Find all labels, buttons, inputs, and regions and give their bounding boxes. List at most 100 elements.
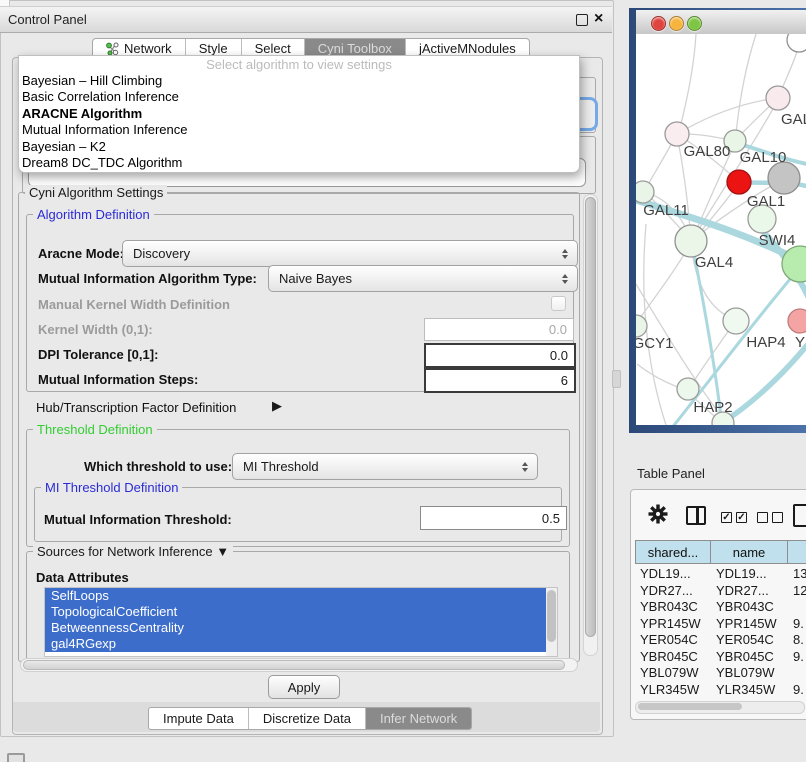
table-row[interactable]: YDL19...YDL19...13 bbox=[635, 566, 806, 583]
network-edge[interactable] bbox=[679, 34, 696, 132]
node-label: GCY1 bbox=[636, 335, 673, 352]
columns-icon[interactable] bbox=[686, 506, 706, 525]
attribute-list-item[interactable]: TopologicalCoefficient bbox=[45, 604, 557, 620]
network-window-titlebar[interactable] bbox=[636, 10, 806, 35]
control-panel-titlebar[interactable]: Control Panel × bbox=[0, 6, 612, 33]
column-header[interactable]: A bbox=[788, 540, 806, 564]
page-icon[interactable] bbox=[793, 504, 806, 527]
dpi-tolerance-label: DPI Tolerance [0,1]: bbox=[38, 347, 158, 362]
node-salmon[interactable] bbox=[788, 309, 806, 333]
table-row[interactable]: YBR043CYBR043C bbox=[635, 599, 806, 616]
mi-steps-field[interactable]: 6 bbox=[424, 368, 576, 393]
data-attributes-list[interactable]: SelfLoopsTopologicalCoefficientBetweenne… bbox=[44, 587, 558, 657]
hide-columns-icon[interactable] bbox=[757, 509, 783, 527]
table-row[interactable]: YDR27...YDR27...12 bbox=[635, 583, 806, 600]
table-cell: 13 bbox=[793, 566, 806, 583]
dropdown-item[interactable]: Bayesian – Hill Climbing bbox=[19, 73, 579, 89]
table-row[interactable]: YER054CYER054C8. bbox=[635, 632, 806, 649]
minimized-panel-icon[interactable] bbox=[7, 753, 25, 762]
close-traffic-light[interactable] bbox=[651, 16, 666, 31]
table-horizontal-scrollbar[interactable] bbox=[635, 701, 805, 714]
mi-steps-label: Mutual Information Steps: bbox=[38, 372, 198, 387]
apply-button[interactable]: Apply bbox=[268, 675, 340, 699]
algorithm-definition-title: Algorithm Definition bbox=[33, 207, 154, 222]
network-window[interactable]: GALGAL80GAL10GAL1GAL11SWI4GAL4GCY1HAP4YH… bbox=[629, 8, 806, 433]
dpi-tolerance-field[interactable]: 0.0 bbox=[424, 343, 576, 368]
table-cell: YBR045C bbox=[716, 649, 787, 666]
column-header[interactable]: name bbox=[711, 540, 788, 564]
show-columns-icon[interactable]: ✓✓ bbox=[721, 509, 747, 527]
gear-icon[interactable] bbox=[647, 503, 669, 525]
node-pink-top[interactable] bbox=[766, 86, 790, 110]
dropdown-item[interactable]: Bayesian – K2 bbox=[19, 139, 579, 155]
aracne-mode-label: Aracne Mode: bbox=[38, 246, 124, 261]
settings-vertical-scrollbar[interactable] bbox=[583, 194, 598, 656]
settings-horizontal-scrollbar-thumb[interactable] bbox=[23, 660, 565, 670]
float-icon[interactable] bbox=[576, 14, 588, 26]
node-gal4[interactable] bbox=[675, 225, 707, 257]
panel-divider-grip[interactable] bbox=[612, 370, 621, 388]
dropdown-item[interactable]: ARACNE Algorithm bbox=[19, 106, 579, 122]
hub-section-label[interactable]: Hub/Transcription Factor Definition bbox=[36, 400, 236, 415]
node-top[interactable] bbox=[787, 34, 806, 52]
settings-vertical-scrollbar-thumb[interactable] bbox=[585, 197, 596, 637]
kernel-width-field[interactable]: 0.0 bbox=[424, 318, 574, 341]
table-row[interactable]: YBL079WYBL079W bbox=[635, 665, 806, 682]
which-threshold-value: MI Threshold bbox=[243, 459, 319, 474]
settings-horizontal-scrollbar[interactable] bbox=[20, 658, 578, 672]
attribute-list-item[interactable]: gal4RGexp bbox=[45, 636, 557, 652]
table-cell: YBL079W bbox=[640, 665, 710, 682]
network-edge[interactable] bbox=[736, 34, 756, 134]
node-gray[interactable] bbox=[768, 162, 800, 194]
tab-discretize-data[interactable]: Discretize Data bbox=[248, 708, 365, 729]
column-header[interactable]: shared... bbox=[635, 540, 711, 564]
aracne-mode-combo[interactable]: Discovery bbox=[122, 240, 578, 267]
table-horizontal-scrollbar-thumb[interactable] bbox=[638, 703, 742, 710]
node-hap4[interactable] bbox=[723, 308, 749, 334]
table-cell: 9. bbox=[793, 682, 806, 699]
which-threshold-combo[interactable]: MI Threshold bbox=[232, 453, 538, 480]
stepper-icon bbox=[562, 249, 568, 259]
table-row[interactable]: YLR345WYLR345W9. bbox=[635, 682, 806, 699]
table-row[interactable]: YPR145WYPR145W9. bbox=[635, 616, 806, 633]
node-label: HAP4 bbox=[746, 334, 785, 351]
kernel-width-label: Kernel Width (0,1): bbox=[38, 322, 153, 337]
node-label: SWI4 bbox=[759, 232, 796, 249]
data-attributes-label: Data Attributes bbox=[36, 570, 129, 585]
list-scrollbar-thumb[interactable] bbox=[547, 590, 556, 642]
table-cell: YBR045C bbox=[640, 649, 710, 666]
attribute-list-item[interactable]: BetweennessCentrality bbox=[45, 620, 557, 636]
manual-kernel-checkbox[interactable] bbox=[551, 296, 566, 311]
table-cell: 12 bbox=[793, 583, 806, 600]
network-canvas[interactable]: GALGAL80GAL10GAL1GAL11SWI4GAL4GCY1HAP4YH… bbox=[636, 34, 806, 425]
tab-infer-network[interactable]: Infer Network bbox=[365, 708, 471, 729]
dropdown-item[interactable]: Basic Correlation Inference bbox=[19, 89, 579, 105]
cyni-algorithm-settings-title: Cyni Algorithm Settings bbox=[25, 185, 167, 200]
table-cell: 9. bbox=[793, 649, 806, 666]
attribute-list-item[interactable]: SelfLoops bbox=[45, 588, 557, 604]
node-label: GAL10 bbox=[740, 149, 787, 166]
node-gal1[interactable] bbox=[727, 170, 751, 194]
table-cell: YDR27... bbox=[640, 583, 710, 600]
tab-impute-data[interactable]: Impute Data bbox=[149, 708, 248, 729]
zoom-traffic-light[interactable] bbox=[687, 16, 702, 31]
mi-algorithm-type-combo[interactable]: Naive Bayes bbox=[268, 265, 578, 292]
table-cell: 8. bbox=[793, 632, 806, 649]
close-icon[interactable]: × bbox=[594, 12, 603, 26]
mutual-info-threshold-field[interactable]: 0.5 bbox=[420, 506, 567, 530]
stepper-icon bbox=[522, 462, 528, 472]
network-edge[interactable] bbox=[677, 98, 778, 134]
dropdown-item[interactable]: Dream8 DC_TDC Algorithm bbox=[19, 155, 579, 171]
table-row[interactable]: YBR045C YBR045C 9. bbox=[635, 649, 806, 666]
node-label: HAP2 bbox=[693, 399, 732, 416]
dropdown-item[interactable]: Mutual Information Inference bbox=[19, 122, 579, 138]
sources-group-title: Sources for Network Inference ▼ bbox=[33, 544, 233, 559]
manual-kernel-label: Manual Kernel Width Definition bbox=[38, 297, 230, 312]
minimize-traffic-light[interactable] bbox=[669, 16, 684, 31]
collapse-arrow-icon[interactable]: ▼ bbox=[216, 544, 229, 559]
list-scrollbar[interactable] bbox=[546, 588, 557, 656]
node-gal11[interactable] bbox=[636, 181, 654, 203]
network-icon bbox=[106, 42, 119, 56]
node-hap2[interactable] bbox=[677, 378, 699, 400]
expand-arrow-icon[interactable]: ▶ bbox=[272, 398, 282, 414]
